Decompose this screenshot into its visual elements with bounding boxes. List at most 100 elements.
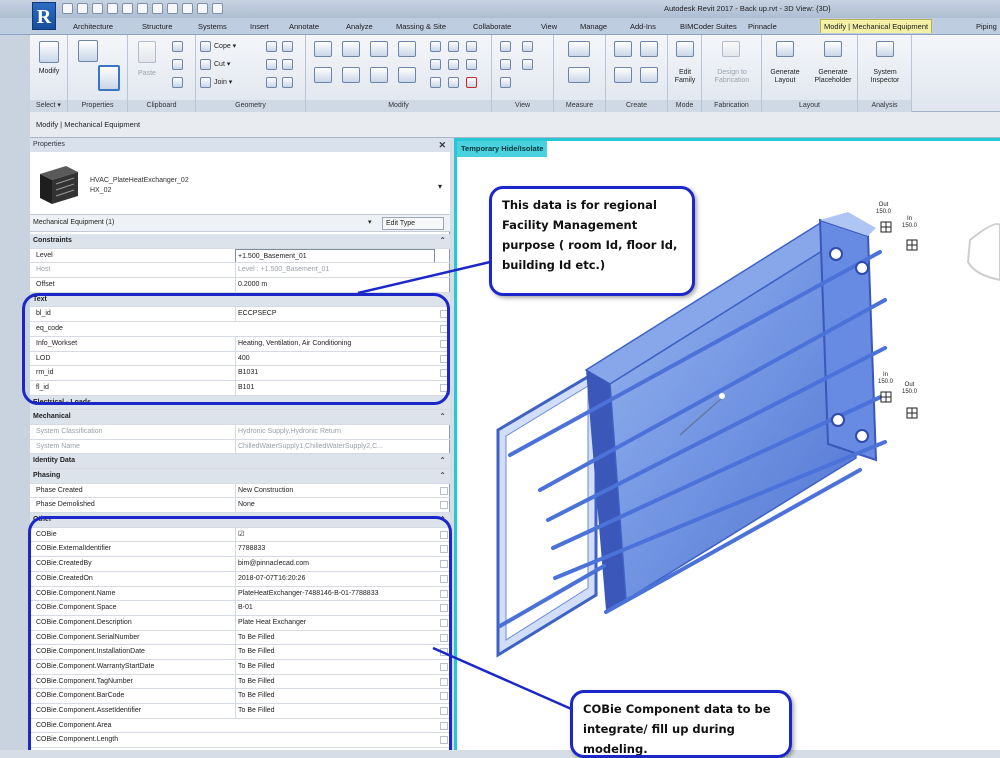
tab-analyze[interactable]: Analyze (346, 20, 373, 34)
property-value[interactable]: None (235, 498, 435, 513)
property-value[interactable]: +1.500_Basement_01 (235, 248, 435, 263)
scale-icon[interactable] (448, 59, 459, 70)
modify-cursor-icon[interactable] (39, 41, 59, 63)
property-value[interactable]: To Be Filled (235, 704, 435, 718)
system-inspector-icon[interactable] (876, 41, 894, 57)
undo-icon[interactable] (92, 3, 103, 14)
property-row[interactable]: COBie.Component.Area (30, 719, 450, 734)
associate-parameter-button[interactable] (440, 354, 448, 363)
property-section-header[interactable]: Electrical - Loads ⌃ (30, 395, 450, 411)
cope-icon[interactable] (200, 41, 211, 52)
associate-parameter-button[interactable] (440, 721, 448, 730)
generate-layout-label[interactable]: Generate Layout (762, 69, 808, 85)
associate-parameter-button[interactable] (440, 736, 448, 745)
property-row[interactable]: COBie ☑ (30, 527, 450, 543)
measure-tool-icon[interactable] (568, 41, 590, 57)
property-row[interactable]: Level +1.500_Basement_01 (30, 248, 450, 264)
property-row[interactable]: Phase Demolished None (30, 498, 450, 514)
property-row[interactable]: COBie.Component.AssetIdentifier To Be Fil… (30, 704, 450, 719)
associate-parameter-button[interactable] (440, 604, 448, 613)
split-icon[interactable] (430, 41, 441, 52)
redo-icon[interactable] (107, 3, 118, 14)
property-row[interactable]: Host Level : +1.500_Basement_01 (30, 263, 450, 279)
join-label[interactable]: Join ▾ (214, 79, 232, 87)
associate-parameter-button[interactable] (440, 486, 448, 495)
paint-icon[interactable] (266, 59, 277, 70)
associate-parameter-button[interactable] (440, 383, 448, 392)
text-icon[interactable] (152, 3, 163, 14)
create-assembly-icon[interactable] (614, 41, 632, 57)
property-value[interactable]: Heating, Ventilation, Air Conditioning (235, 336, 435, 351)
property-value[interactable]: PlateHeatExchanger-7488146-B-01-7788833 (235, 586, 435, 601)
mirror-axis-icon[interactable] (370, 41, 388, 57)
cut-icon[interactable] (172, 41, 183, 52)
type-selector-preview[interactable]: HVAC_PlateHeatExchanger_02 HX_02 ▾ (30, 152, 450, 214)
generate-placeholder-label[interactable]: Generate Placeholder (808, 69, 858, 85)
collapse-icon[interactable]: ⌃ (439, 234, 446, 248)
property-row[interactable]: System Name ChilledWaterSupply1,ChilledWa… (30, 439, 450, 455)
property-value[interactable]: 2018-07-07T16:20:26 (235, 571, 435, 586)
match-type-icon[interactable] (172, 77, 183, 88)
property-row[interactable]: COBie.Component.Description Plate Heat Ex… (30, 615, 450, 631)
chevron-down-icon[interactable]: ▾ (438, 182, 442, 191)
properties-icon[interactable] (78, 40, 98, 62)
property-row[interactable]: fl_id B101 (30, 380, 450, 396)
tab-pinnacle[interactable]: Pinnacle (748, 20, 777, 34)
property-row[interactable]: System Classification Hydronic Supply,Hyd… (30, 424, 450, 440)
property-value[interactable]: 0.2000 m (235, 278, 435, 292)
create-similar-icon[interactable] (640, 67, 658, 83)
split-face-icon[interactable] (282, 41, 293, 52)
linework-icon[interactable] (266, 77, 277, 88)
property-row[interactable]: COBie.CreatedOn 2018-07-07T16:20:26 (30, 571, 450, 587)
move-icon[interactable] (314, 67, 332, 83)
property-row[interactable]: COBie.Component.TagNumber To Be Filled (30, 674, 450, 690)
measure-icon[interactable] (137, 3, 148, 14)
system-inspector-label[interactable]: System Inspector (858, 69, 912, 85)
tab-modify-mechanical-equipment[interactable]: Modify | Mechanical Equipment (820, 19, 933, 33)
array-icon[interactable] (430, 59, 441, 70)
3d-view-icon[interactable] (167, 3, 178, 14)
tab-massing-site[interactable]: Massing & Site (396, 20, 446, 34)
design-to-fabrication-label[interactable]: Design to Fabrication (702, 69, 762, 85)
property-row[interactable]: COBie.CreatedBy bim@pinnaclecad.com (30, 557, 450, 572)
pin-icon[interactable] (466, 41, 477, 52)
associate-parameter-button[interactable] (440, 707, 448, 715)
cut-geometry-label[interactable]: Cut ▾ (214, 61, 230, 69)
extend-icon[interactable] (448, 77, 459, 88)
create-group-icon[interactable] (614, 67, 632, 83)
property-value[interactable]: 400 (235, 351, 435, 366)
generate-layout-icon[interactable] (776, 41, 794, 57)
section-icon[interactable] (182, 3, 193, 14)
property-value[interactable]: ECCPSECP (235, 307, 435, 322)
collapse-icon[interactable]: ⌃ (439, 454, 446, 468)
property-value[interactable]: ☑ (235, 527, 435, 542)
property-section-header[interactable]: Constraints ⌃ (30, 234, 450, 249)
modify-button-label[interactable]: Modify (30, 68, 68, 76)
print-icon[interactable] (122, 3, 133, 14)
tab-collaborate[interactable]: Collaborate (473, 20, 511, 34)
override-graphics-icon[interactable] (500, 59, 511, 70)
paste-icon[interactable] (138, 41, 156, 63)
hide-icon[interactable] (500, 41, 511, 52)
join-icon[interactable] (200, 77, 211, 88)
trim-icon[interactable] (398, 67, 416, 83)
tab-annotate[interactable]: Annotate (289, 20, 319, 34)
property-row[interactable]: eq_code (30, 322, 450, 337)
collapse-icon[interactable]: ⌃ (439, 469, 446, 483)
associate-parameter-button[interactable] (440, 369, 448, 378)
property-row[interactable]: COBie.Component.Space B-01 (30, 601, 450, 616)
cope-label[interactable]: Cope ▾ (214, 43, 236, 51)
collapse-icon[interactable]: ⌃ (439, 410, 446, 424)
open-icon[interactable] (62, 3, 73, 14)
associate-parameter-button[interactable] (440, 589, 448, 598)
property-row[interactable]: Info_Workset Heating, Ventilation, Air Co… (30, 336, 450, 352)
offset-icon[interactable] (342, 41, 360, 57)
associate-parameter-button[interactable] (440, 677, 448, 686)
property-value[interactable]: To Be Filled (235, 689, 435, 704)
property-section-header[interactable]: Identity Data ⌃ (30, 454, 450, 469)
dimension-icon[interactable] (568, 67, 590, 83)
tab-add-ins[interactable]: Add-Ins (630, 20, 656, 34)
property-value[interactable]: 7788833 (235, 542, 435, 557)
property-row[interactable]: rm_id B1031 (30, 366, 450, 381)
associate-parameter-button[interactable] (440, 545, 448, 554)
